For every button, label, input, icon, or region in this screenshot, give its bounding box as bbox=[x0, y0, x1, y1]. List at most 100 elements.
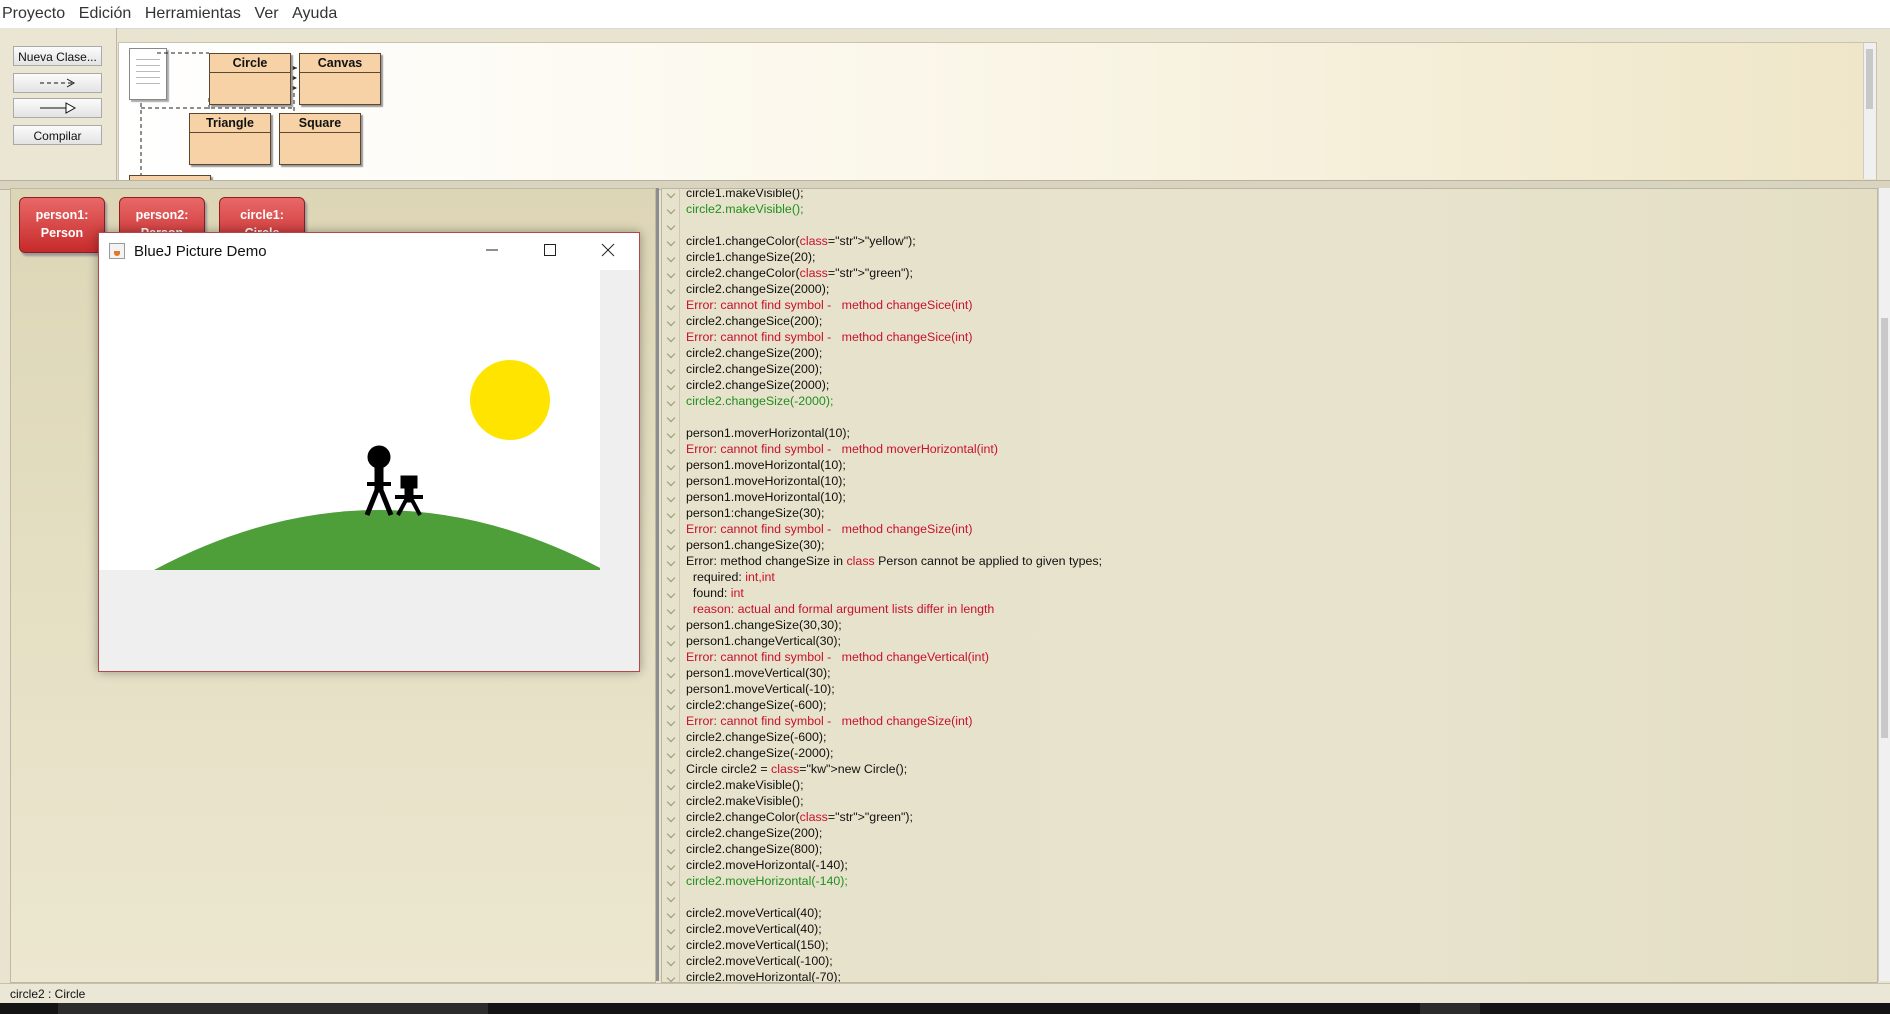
code-pad[interactable]: circle1.makeVisible(); circle2.makeVisibl… bbox=[661, 188, 1878, 983]
code-line: circle2.moveHorizontal(-140); bbox=[686, 874, 848, 888]
gutter-marker bbox=[666, 861, 676, 871]
hill-shape bbox=[154, 510, 600, 570]
gutter-marker bbox=[666, 509, 676, 519]
gutter-marker bbox=[666, 685, 676, 695]
gutter-marker bbox=[666, 797, 676, 807]
code-line: Error: cannot find symbol - method chang… bbox=[686, 714, 973, 728]
code-line: person1.changeSize(30); bbox=[686, 538, 825, 552]
maximize-button[interactable] bbox=[521, 233, 579, 270]
class-square[interactable]: Square bbox=[279, 113, 361, 165]
gutter-marker bbox=[666, 269, 676, 279]
gutter-marker bbox=[666, 829, 676, 839]
code-line: person1.moveHorizontal(10); bbox=[686, 474, 846, 488]
code-line: circle1.makeVisible(); bbox=[686, 188, 804, 200]
gutter-marker bbox=[666, 701, 676, 711]
code-pad-scrollbar[interactable] bbox=[1878, 188, 1890, 981]
code-line: circle2.moveVertical(40); bbox=[686, 906, 822, 920]
picture-demo-window[interactable]: BlueJ Picture Demo bbox=[98, 232, 640, 672]
gutter-marker bbox=[666, 349, 676, 359]
menu-ayuda[interactable]: Ayuda bbox=[292, 0, 337, 23]
code-line: circle2.changeSice(200); bbox=[686, 314, 823, 328]
menu-edicion[interactable]: Edición bbox=[79, 0, 131, 23]
status-text: circle2 : Circle bbox=[10, 987, 86, 1001]
class-name: Square bbox=[280, 114, 360, 133]
gutter-marker bbox=[666, 397, 676, 407]
code-line: circle2.changeSize(2000); bbox=[686, 282, 830, 296]
class-circle[interactable]: Circle bbox=[209, 53, 291, 105]
gutter-marker bbox=[666, 653, 676, 663]
java-cup-icon bbox=[109, 243, 125, 259]
menu-bar: Proyecto Edición Herramientas Ver Ayuda bbox=[0, 0, 1890, 29]
code-line: circle2.changeSize(-2000); bbox=[686, 394, 834, 408]
gutter-marker bbox=[666, 733, 676, 743]
gutter-marker bbox=[666, 893, 676, 903]
code-line: person1:changeSize(30); bbox=[686, 506, 825, 520]
gutter-marker bbox=[666, 957, 676, 967]
gutter-marker bbox=[666, 541, 676, 551]
class-canvas[interactable]: Canvas bbox=[299, 53, 381, 105]
gutter-marker bbox=[666, 221, 676, 231]
status-bar: circle2 : Circle bbox=[0, 983, 1890, 1004]
code-line: circle2.makeVisible(); bbox=[686, 202, 804, 216]
gutter-marker bbox=[666, 557, 676, 567]
class-triangle[interactable]: Triangle bbox=[189, 113, 271, 165]
gutter-marker bbox=[666, 429, 676, 439]
code-line: person1.moveVertical(30); bbox=[686, 666, 831, 680]
minimize-icon bbox=[486, 249, 498, 251]
drawing-canvas bbox=[99, 270, 600, 570]
gutter-marker bbox=[666, 845, 676, 855]
code-line: circle2.changeSize(-2000); bbox=[686, 746, 834, 760]
gutter-marker bbox=[666, 285, 676, 295]
menu-herramientas[interactable]: Herramientas bbox=[145, 0, 241, 23]
gutter-marker bbox=[666, 493, 676, 503]
gutter-marker bbox=[666, 237, 676, 247]
class-name: Circle bbox=[210, 54, 290, 73]
code-line: Error: cannot find symbol - method chang… bbox=[686, 650, 990, 664]
gutter-marker bbox=[666, 525, 676, 535]
gutter-marker bbox=[666, 717, 676, 727]
sun-circle bbox=[470, 360, 550, 440]
code-line: required: int,int bbox=[686, 570, 775, 584]
gutter-marker bbox=[666, 605, 676, 615]
gutter-marker bbox=[666, 477, 676, 487]
code-line: circle2.changeSize(2000); bbox=[686, 378, 830, 392]
gutter-marker bbox=[666, 765, 676, 775]
gutter-marker bbox=[666, 253, 676, 263]
object-name: person2: bbox=[135, 208, 189, 222]
code-line: circle2.changeColor(class="str">"green")… bbox=[686, 266, 913, 280]
minimize-button[interactable] bbox=[463, 233, 521, 270]
uses-arrow-button[interactable] bbox=[13, 73, 102, 93]
new-class-button[interactable]: Nueva Clase... bbox=[13, 46, 102, 66]
code-line: circle2.changeSize(200); bbox=[686, 362, 823, 376]
code-line: circle2.changeColor(class="str">"green")… bbox=[686, 810, 913, 824]
gutter-marker bbox=[666, 317, 676, 327]
code-gutter bbox=[662, 189, 680, 982]
gutter-marker bbox=[666, 333, 676, 343]
compile-button[interactable]: Compilar bbox=[13, 125, 102, 145]
code-lines: circle1.makeVisible(); circle2.makeVisibl… bbox=[686, 188, 1102, 982]
gutter-marker bbox=[666, 381, 676, 391]
close-button[interactable] bbox=[579, 233, 637, 270]
code-line: circle1.changeColor(class="str">"yellow"… bbox=[686, 234, 916, 248]
gutter-marker bbox=[666, 749, 676, 759]
vertical-splitter[interactable] bbox=[656, 188, 659, 981]
gutter-marker bbox=[666, 621, 676, 631]
diagram-scrollbar[interactable] bbox=[1863, 43, 1876, 179]
menu-ver[interactable]: Ver bbox=[255, 0, 279, 23]
window-title: BlueJ Picture Demo bbox=[134, 243, 267, 260]
object-name: person1: bbox=[35, 208, 89, 222]
person-figure-large bbox=[364, 445, 394, 516]
class-name: Triangle bbox=[190, 114, 270, 133]
code-line: circle2.makeVisible(); bbox=[686, 778, 804, 792]
toolbar: Nueva Clase... Compilar bbox=[0, 28, 117, 206]
code-line: person1.moverHorizontal(10); bbox=[686, 426, 850, 440]
code-line: circle2.moveVertical(40); bbox=[686, 922, 822, 936]
code-line: found: int bbox=[686, 586, 744, 600]
window-title-bar[interactable]: BlueJ Picture Demo bbox=[99, 233, 639, 270]
menu-proyecto[interactable]: Proyecto bbox=[2, 0, 65, 23]
code-line: circle2.changeSize(-600); bbox=[686, 730, 827, 744]
object-person1[interactable]: person1: Person bbox=[19, 197, 105, 253]
inherits-arrow-button[interactable] bbox=[13, 98, 102, 118]
gutter-marker bbox=[666, 877, 676, 887]
